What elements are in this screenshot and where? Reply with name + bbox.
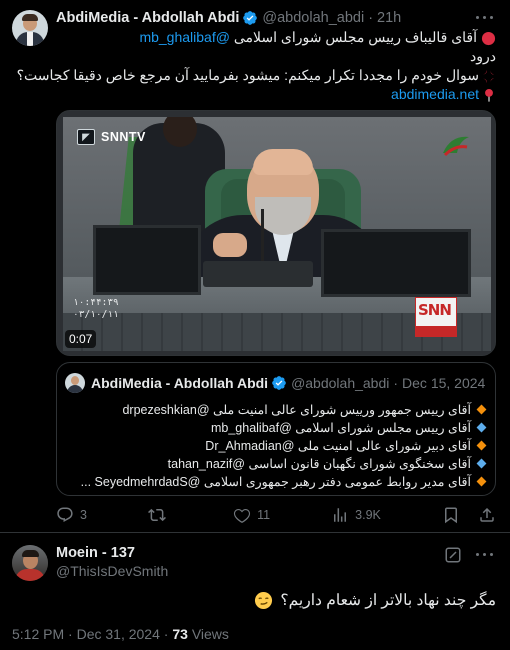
quoted-line: آقای سخنگوی شورای نگهبان قانون اساسی @ta… bbox=[65, 455, 487, 473]
reply-time[interactable]: 5:12 PM bbox=[12, 626, 64, 642]
views-count: 3.9K bbox=[355, 508, 381, 522]
reply-author-name[interactable]: Moein - 137 bbox=[56, 545, 135, 561]
repost-button[interactable] bbox=[148, 506, 172, 524]
channel-watermark: ◤ SNNTV bbox=[77, 129, 146, 145]
blue-diamond-icon bbox=[476, 422, 487, 433]
more-options-button[interactable] bbox=[474, 8, 496, 28]
heart-icon bbox=[234, 508, 251, 524]
repost-icon bbox=[148, 508, 166, 522]
orange-diamond-icon bbox=[476, 440, 487, 451]
channel-logo-icon: ◤ bbox=[77, 129, 95, 145]
quoted-author-avatar bbox=[65, 373, 85, 393]
mention-link: @mb_ghalibaf bbox=[210, 421, 292, 435]
verified-badge-icon bbox=[272, 376, 286, 390]
author-name[interactable]: AbdiMedia - Abdollah Abdi bbox=[56, 10, 239, 26]
quoted-tweet-text: آقای رییس جمهور ورییس شورای عالی امنیت م… bbox=[65, 401, 487, 491]
orange-diamond-icon bbox=[476, 476, 487, 487]
video-player[interactable]: ◤ SNNTV ۱۰:۴۴:۳۹ ۰۳/۱۰/۱۱ SNN 0:07 bbox=[56, 110, 496, 356]
parliament-emblem-icon bbox=[443, 136, 469, 157]
quoted-line: آقای مدیر روابط عمومی دفتر رهبر جمهوری ا… bbox=[65, 473, 487, 491]
reply-icon bbox=[57, 507, 73, 523]
reply-author-handle[interactable]: @ThisIsDevSmith bbox=[56, 563, 168, 579]
quoted-tweet-date: Dec 15, 2024 bbox=[402, 375, 486, 391]
like-button[interactable]: 11 bbox=[233, 506, 270, 524]
reply-views-count: 73 bbox=[172, 626, 188, 642]
round-pushpin-icon bbox=[485, 88, 493, 102]
tweet-line: abdimedia.net bbox=[56, 85, 496, 104]
dot-separator: · bbox=[368, 10, 374, 26]
tweet-header: AbdiMedia - Abdollah Abdi @abdolah_abdi … bbox=[56, 9, 401, 27]
tweet: AbdiMedia - Abdollah Abdi @abdolah_abdi … bbox=[0, 0, 510, 532]
reply-views-label: Views bbox=[191, 626, 229, 642]
like-count: 11 bbox=[257, 508, 271, 522]
dot-separator: · bbox=[393, 375, 399, 391]
orange-diamond-icon bbox=[476, 404, 487, 415]
reply-button[interactable]: 3 bbox=[56, 506, 87, 524]
mention-link[interactable]: @mb_ghalibaf bbox=[139, 29, 230, 45]
share-button[interactable] bbox=[478, 506, 496, 524]
quoted-line: آقای رییس مجلس شورای اسلامی @mb_ghalibaf bbox=[65, 419, 487, 437]
reply-meta: 5:12 PM · Dec 31, 2024 · 73 Views bbox=[12, 626, 229, 642]
anger-symbol-icon bbox=[482, 69, 495, 83]
author-handle[interactable]: @abdolah_abdi bbox=[262, 10, 364, 26]
bookmark-icon bbox=[444, 507, 457, 524]
reply-more-options-button[interactable] bbox=[474, 545, 496, 565]
views-button[interactable]: 3.9K bbox=[331, 506, 381, 524]
tweet-time[interactable]: 21h bbox=[377, 10, 401, 26]
secondary-actions bbox=[442, 506, 496, 524]
tweet-line: سوال خودم را مجددا تکرار میکنم: میشود بف… bbox=[17, 66, 496, 85]
tweet-line: درود bbox=[470, 48, 496, 64]
views-chart-icon bbox=[334, 508, 347, 522]
quoted-author-name: AbdiMedia - Abdollah Abdi bbox=[91, 375, 269, 391]
share-icon bbox=[480, 507, 494, 522]
quoted-tweet-header: AbdiMedia - Abdollah Abdi @abdolah_abdi … bbox=[65, 373, 486, 393]
quoted-line: آقای رییس جمهور ورییس شورای عالی امنیت م… bbox=[65, 401, 487, 419]
verified-badge-icon bbox=[243, 11, 258, 25]
tweet-actions: 3 11 3.9K bbox=[56, 504, 496, 526]
reply-text: مگر چند نهاد بالاتر از شعام داریم؟ bbox=[16, 590, 496, 612]
website-link[interactable]: abdimedia.net bbox=[391, 86, 479, 102]
quoted-author-handle: @abdolah_abdi bbox=[291, 375, 390, 391]
smirking-face-icon bbox=[255, 592, 273, 610]
quoted-line: آقای دبیر شورای عالی امنیت ملی @Dr_Ahmad… bbox=[65, 437, 487, 455]
video-timestamp: ۱۰:۴۴:۳۹ ۰۳/۱۰/۱۱ bbox=[73, 297, 119, 320]
reply-author-avatar[interactable] bbox=[12, 545, 48, 581]
reply-date[interactable]: Dec 31, 2024 bbox=[77, 626, 160, 642]
snn-logo-badge: SNN bbox=[415, 297, 457, 337]
tweet-text: آقای قالیباف رییس مجلس شورای اسلامی @mb_… bbox=[17, 28, 496, 104]
video-duration: 0:07 bbox=[65, 330, 97, 348]
channel-label: SNNTV bbox=[101, 130, 146, 144]
mention-link: @SeyedmehrdadS bbox=[94, 475, 201, 489]
blue-diamond-icon bbox=[476, 458, 487, 469]
bookmark-button[interactable] bbox=[442, 506, 460, 524]
mention-link: @drpezeshkian bbox=[122, 403, 210, 417]
video-frame[interactable]: ◤ SNNTV ۱۰:۴۴:۳۹ ۰۳/۱۰/۱۱ SNN bbox=[63, 117, 491, 351]
reply-count: 3 bbox=[80, 508, 87, 522]
grok-icon[interactable] bbox=[444, 546, 462, 564]
reply-tweet: Moein - 137 @ThisIsDevSmith مگر چند نهاد… bbox=[0, 533, 510, 650]
mention-link: @Dr_Ahmadian bbox=[205, 439, 295, 453]
quoted-tweet[interactable]: AbdiMedia - Abdollah Abdi @abdolah_abdi … bbox=[56, 362, 496, 496]
red-circle-icon bbox=[481, 31, 496, 45]
tweet-line: آقای قالیباف رییس مجلس شورای اسلامی @mb_… bbox=[56, 28, 496, 47]
mention-link: @tahan_nazif bbox=[167, 457, 245, 471]
author-avatar[interactable] bbox=[12, 10, 48, 46]
